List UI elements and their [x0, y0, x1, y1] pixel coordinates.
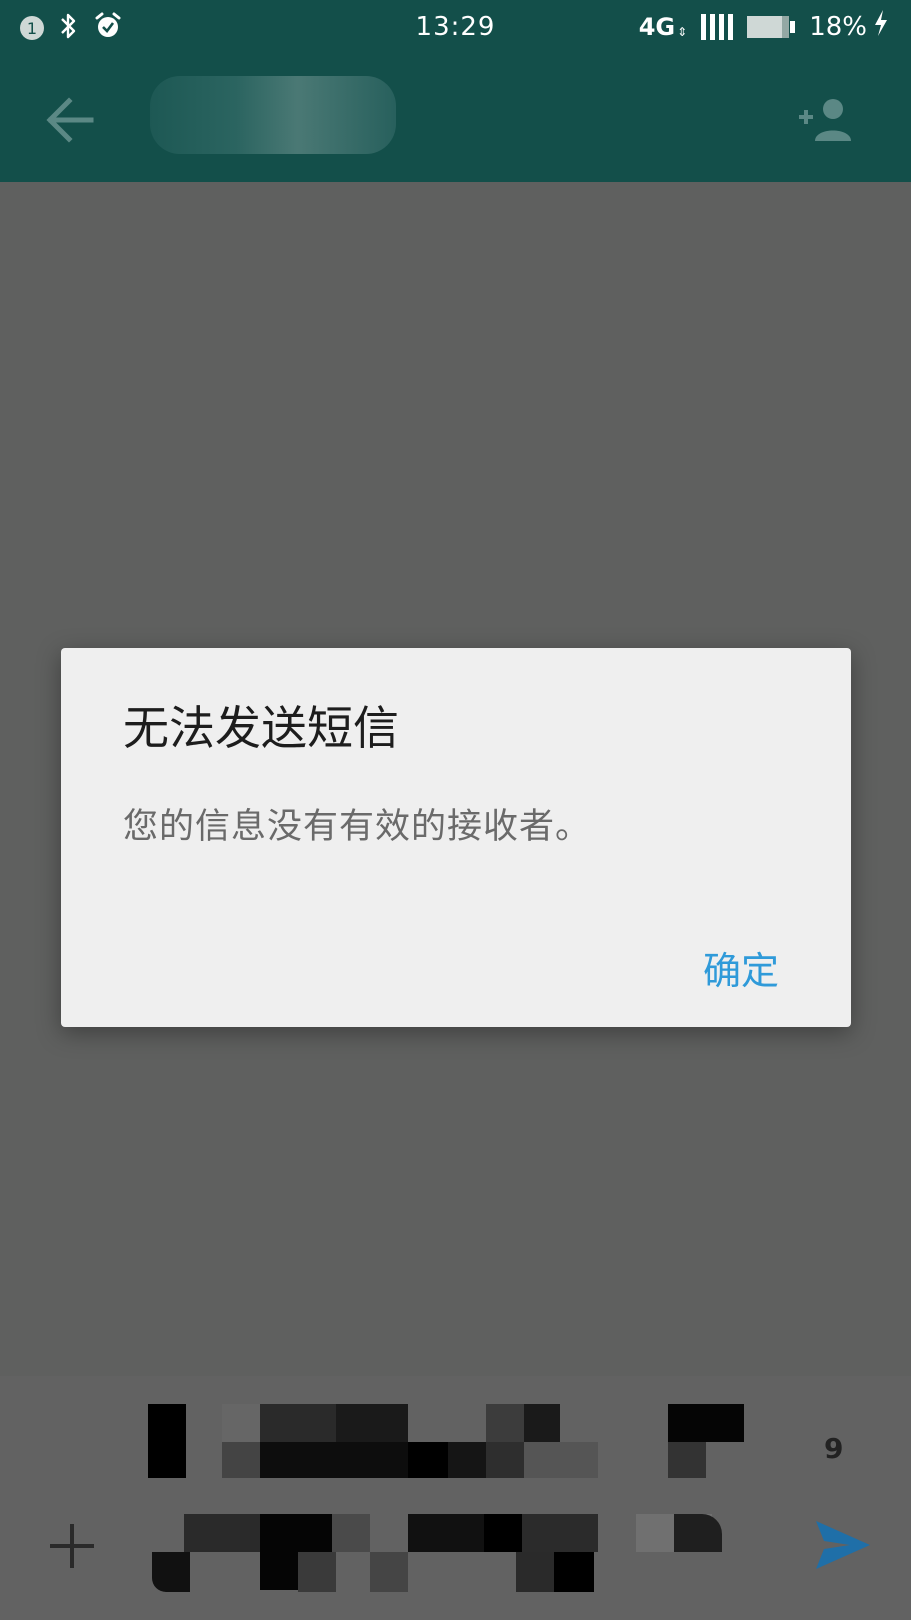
add-contact-icon: [799, 99, 851, 141]
network-type: 4G: [638, 12, 676, 41]
plus-icon: [50, 1524, 94, 1568]
status-bar: 1 13:29 4G ⇕ 18%: [0, 0, 911, 54]
signal-icon: [701, 13, 734, 40]
battery-percent: 18%: [809, 11, 867, 42]
add-contact-button[interactable]: [795, 92, 859, 148]
error-dialog: 无法发送短信 您的信息没有有效的接收者。 确定: [61, 648, 851, 1027]
message-input-redacted[interactable]: [148, 1404, 768, 1596]
compose-bar: 9: [0, 1376, 911, 1620]
contact-name-redacted: [150, 76, 396, 154]
app-bar: [0, 54, 911, 182]
status-right-icons: 4G ⇕ 18%: [639, 10, 889, 43]
data-arrows-icon: ⇕: [677, 24, 688, 39]
attach-button[interactable]: [40, 1514, 104, 1578]
character-counter: 9: [824, 1432, 844, 1465]
send-icon: [816, 1521, 870, 1569]
battery-icon: [747, 15, 796, 38]
dialog-title: 无法发送短信: [123, 701, 399, 755]
send-button[interactable]: [810, 1512, 876, 1578]
charging-icon: [873, 10, 889, 43]
back-arrow-icon: [46, 97, 94, 143]
dialog-message: 您的信息没有有效的接收者。: [123, 807, 592, 847]
dialog-ok-button[interactable]: 确定: [703, 940, 779, 995]
back-button[interactable]: [38, 88, 102, 152]
